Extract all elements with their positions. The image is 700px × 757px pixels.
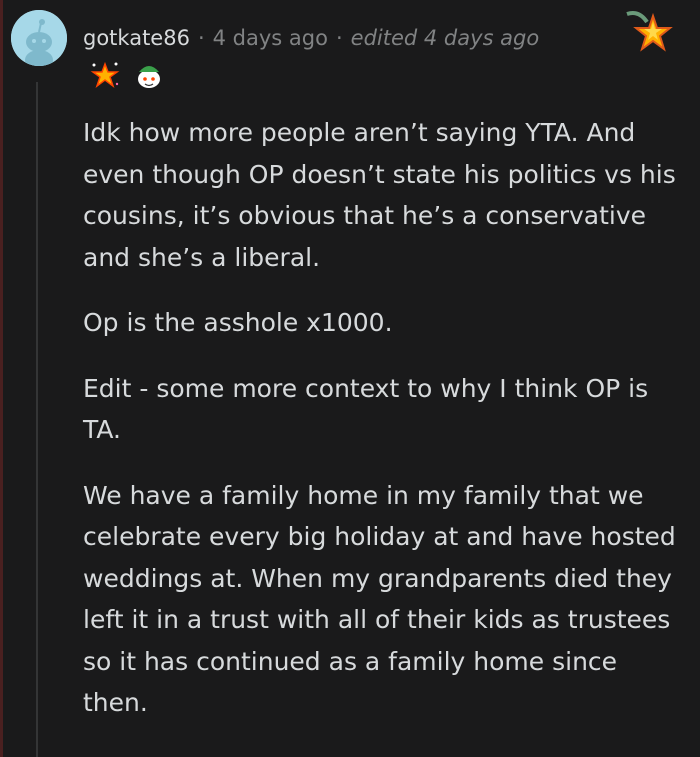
thread-collapse-line[interactable]	[36, 82, 38, 757]
username-link[interactable]: gotkate86	[83, 26, 190, 50]
separator-dot: ·	[197, 26, 205, 50]
starstruck-award-icon[interactable]	[90, 60, 120, 90]
left-accent-bar	[0, 0, 3, 757]
star-award-icon[interactable]	[625, 6, 673, 54]
separator-dot: ·	[335, 26, 343, 50]
timestamp[interactable]: 4 days ago	[213, 26, 328, 50]
user-avatar[interactable]	[11, 10, 67, 66]
comment-paragraph: Op is the asshole x1000.	[83, 308, 393, 337]
awards-row	[90, 60, 164, 90]
comment-paragraph: Edit - some more context to why I think …	[83, 373, 649, 445]
comment-paragraph: Idk how more people aren’t saying YTA. A…	[83, 118, 676, 272]
snoo-elf-award-icon[interactable]	[134, 60, 164, 90]
comment-body: Idk how more people aren’t saying YTA. A…	[83, 112, 683, 748]
comment-paragraph: We have a family home in my family that …	[83, 480, 676, 718]
edited-timestamp: edited 4 days ago	[350, 26, 540, 50]
snoo-avatar-icon	[11, 10, 67, 66]
comment-header: gotkate86 · 4 days ago · edited 4 days a…	[83, 22, 539, 54]
